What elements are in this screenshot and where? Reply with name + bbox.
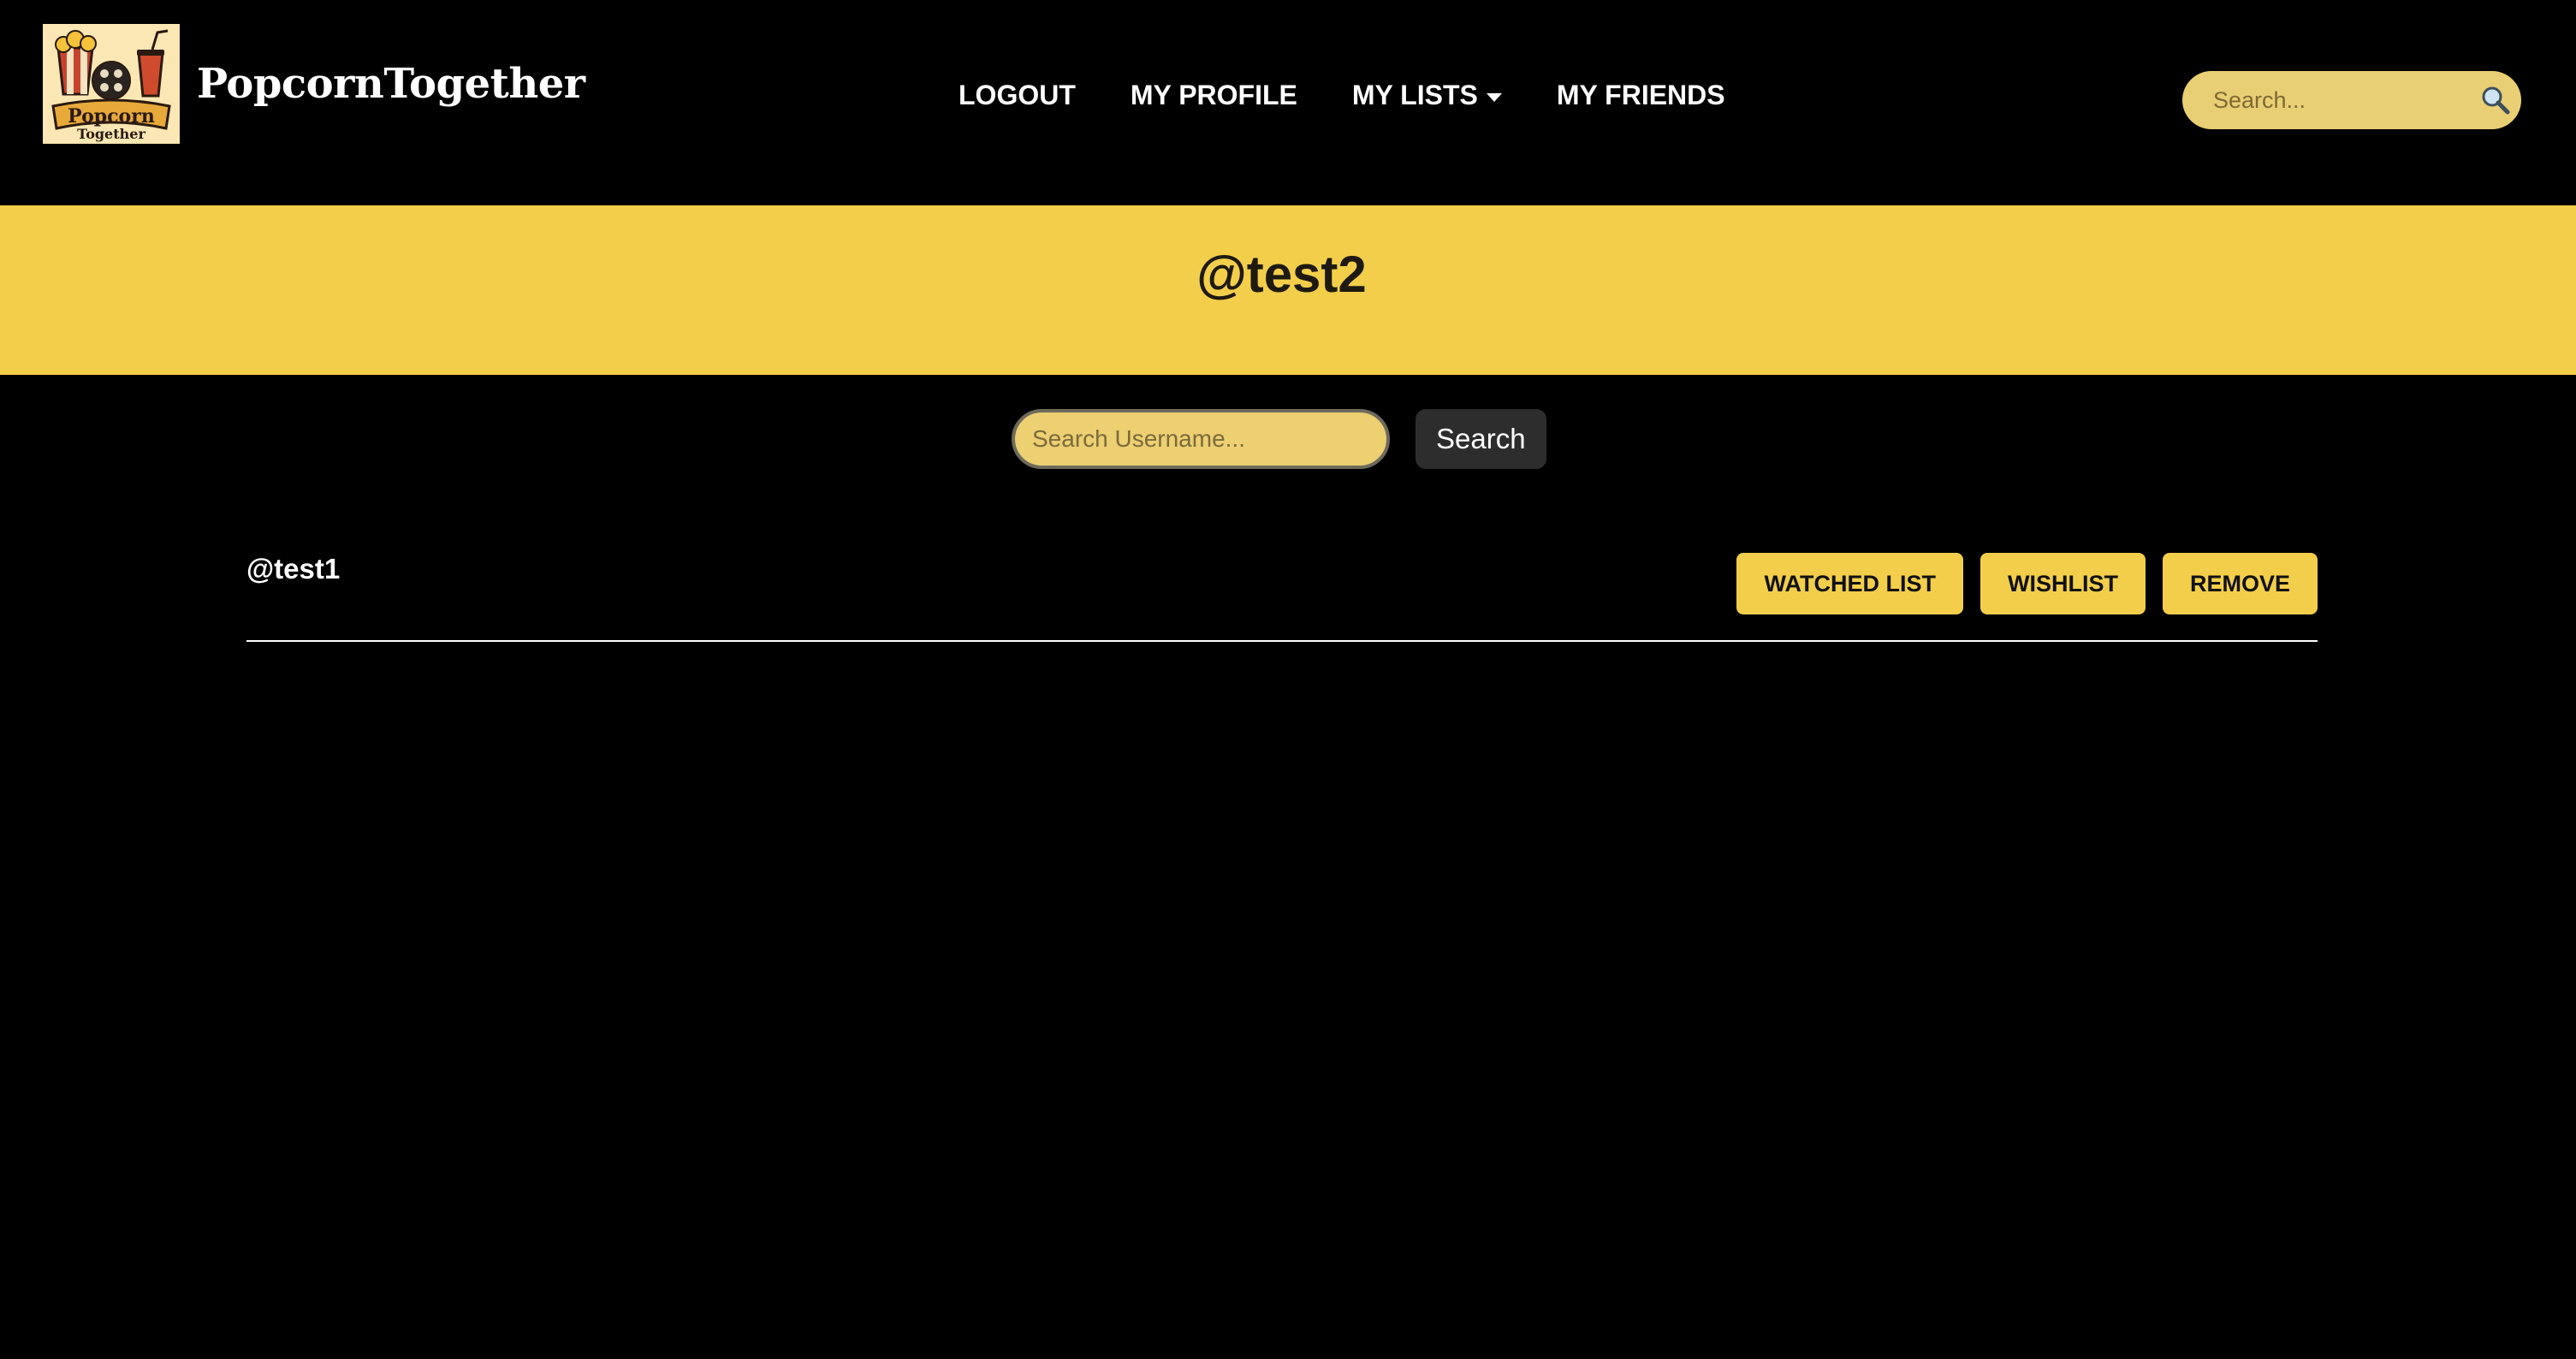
watched-list-button[interactable]: WATCHED LIST	[1736, 553, 1963, 614]
page-title-username: @test2	[1196, 246, 1367, 303]
search-button[interactable]: Search	[1416, 409, 1546, 469]
brand-name[interactable]: PopcornTogether	[197, 60, 585, 108]
search-icon[interactable]	[2478, 83, 2513, 117]
friend-search-form: Search	[1012, 409, 1546, 469]
site-header: Popcorn Together PopcornTogether LOGOUT …	[0, 0, 2576, 205]
nav-my-profile[interactable]: MY PROFILE	[1131, 81, 1297, 109]
nav-logout[interactable]: LOGOUT	[959, 81, 1076, 109]
logo-text-top: Popcorn	[68, 105, 155, 128]
nav-my-lists-label: MY LISTS	[1351, 80, 1478, 110]
friend-username[interactable]: @test1	[246, 553, 340, 585]
friend-actions: WATCHED LIST WISHLIST REMOVE	[1719, 553, 2318, 614]
friend-list: @test1 WATCHED LIST WISHLIST REMOVE	[246, 548, 2318, 642]
profile-banner: @test2	[0, 205, 2576, 375]
main-nav: LOGOUT MY PROFILE MY LISTS MY FRIENDS	[959, 81, 1725, 109]
username-search-input[interactable]	[1012, 409, 1390, 469]
popcorn-together-logo[interactable]: Popcorn Together	[43, 24, 180, 144]
header-search	[2182, 71, 2521, 129]
brand[interactable]: Popcorn Together PopcornTogether	[43, 24, 585, 144]
header-search-input[interactable]	[2182, 71, 2465, 129]
nav-my-friends[interactable]: MY FRIENDS	[1557, 81, 1725, 109]
friend-row: @test1 WATCHED LIST WISHLIST REMOVE	[246, 548, 2318, 642]
nav-my-friends-label: MY FRIENDS	[1556, 80, 1725, 110]
nav-my-profile-label: MY PROFILE	[1130, 80, 1297, 110]
nav-logout-label: LOGOUT	[959, 80, 1076, 110]
remove-friend-button[interactable]: REMOVE	[2162, 553, 2318, 614]
wishlist-button[interactable]: WISHLIST	[1979, 553, 2146, 614]
logo-text-bottom: Together	[77, 126, 145, 142]
nav-my-lists-dropdown[interactable]: MY LISTS	[1352, 81, 1502, 109]
caret-down-icon	[1486, 93, 1502, 102]
